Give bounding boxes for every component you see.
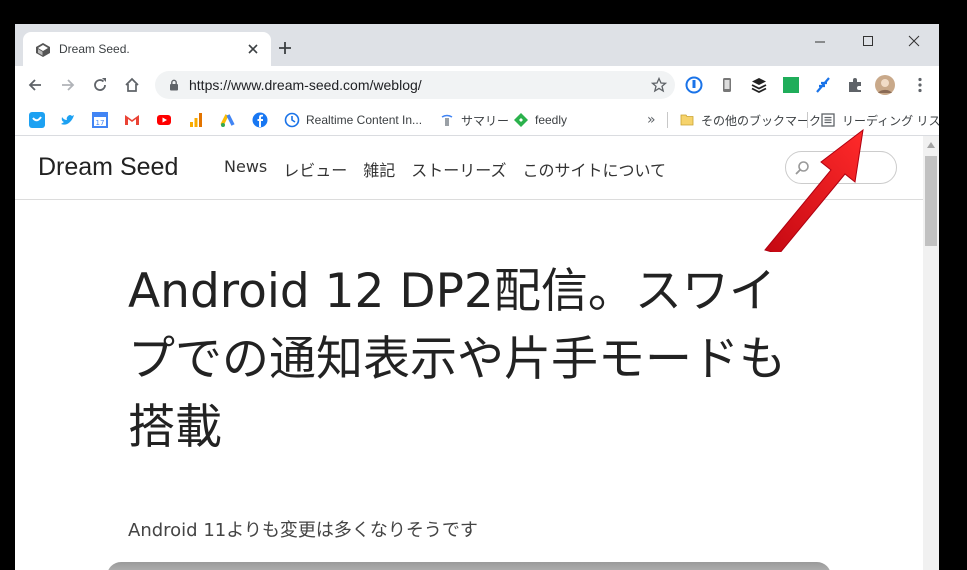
analytics-icon [190, 113, 202, 127]
nav-item-about[interactable]: このサイトについて [522, 157, 666, 181]
minimize-icon [815, 41, 825, 43]
scroll-thumb[interactable] [925, 156, 937, 246]
site-favicon-icon [36, 43, 50, 57]
feedly-icon [514, 113, 528, 127]
chrome-menu-icon[interactable] [911, 76, 929, 94]
bookmark-youtube[interactable] [156, 110, 172, 130]
bookmark-star-icon[interactable] [651, 77, 667, 93]
bookmark-summary[interactable]: サマリー [439, 110, 509, 130]
bookmark-label: サマリー [461, 113, 510, 128]
scroll-up-arrow-icon[interactable] [927, 142, 935, 148]
facebook-icon [252, 112, 268, 128]
nav-item-stories[interactable]: ストーリーズ [411, 157, 506, 181]
nav-item-news[interactable]: News [224, 157, 267, 181]
youtube-icon [157, 115, 171, 125]
article-subtitle: Android 11よりも変更は多くなりそうです [128, 520, 478, 541]
site-nav: News レビュー 雑記 ストーリーズ このサイトについて [224, 157, 666, 181]
active-tab[interactable]: Dream Seed. [23, 32, 271, 66]
extension-mobile-icon[interactable] [718, 76, 736, 94]
tweetdeck-icon [29, 112, 45, 128]
close-window-button[interactable] [891, 30, 937, 52]
browser-window: Dream Seed. https://www.dream-seed.com/w… [15, 24, 939, 570]
calendar-icon: 17 [92, 112, 108, 128]
extensions-puzzle-icon[interactable] [846, 76, 864, 94]
extension-buffer-icon[interactable] [750, 76, 768, 94]
hero-image [107, 562, 831, 570]
bookmark-label: feedly [535, 113, 568, 127]
article-title: Android 12 DP2配信。スワイプでの通知表示や片手モードも搭載 [128, 264, 786, 455]
nav-item-misc[interactable]: 雑記 [363, 157, 395, 181]
forward-icon[interactable] [59, 76, 77, 94]
annotation-arrow-icon [764, 128, 864, 252]
new-tab-icon[interactable] [277, 40, 293, 56]
tab-title: Dream Seed. [59, 42, 130, 56]
bookmark-google-calendar[interactable]: 17 [92, 110, 108, 130]
bookmark-gmail[interactable] [124, 110, 140, 130]
home-icon[interactable] [123, 76, 141, 94]
bookmark-tweetdeck[interactable] [29, 110, 45, 130]
close-tab-icon[interactable] [245, 41, 261, 57]
close-window-icon [908, 35, 920, 47]
maximize-icon [863, 36, 873, 46]
bookmarks-divider [667, 112, 668, 128]
extension-green-square-icon[interactable] [782, 76, 800, 94]
twitter-icon [61, 115, 74, 125]
bookmark-facebook[interactable] [252, 110, 268, 130]
extension-onepassword-icon[interactable] [685, 76, 703, 94]
browser-toolbar: https://www.dream-seed.com/weblog/ [15, 66, 939, 104]
lock-icon[interactable] [169, 79, 179, 91]
minimize-button[interactable] [797, 30, 843, 52]
bookmark-label: Realtime Content In... [306, 113, 423, 127]
site-logo[interactable]: Dream Seed [38, 153, 178, 182]
google-ads-icon [220, 114, 235, 127]
bookmark-analytics[interactable] [188, 110, 204, 130]
profile-avatar-icon[interactable] [875, 75, 895, 95]
bookmarks-overflow-chevron-icon[interactable]: » [647, 110, 656, 130]
back-icon[interactable] [26, 76, 44, 94]
clock-icon [284, 112, 300, 128]
folder-icon [680, 114, 694, 126]
gmail-icon [125, 115, 139, 125]
tab-strip: Dream Seed. [15, 24, 939, 66]
bookmark-twitter[interactable] [60, 110, 76, 130]
reload-icon[interactable] [91, 76, 109, 94]
svg-text:17: 17 [96, 119, 105, 127]
address-bar[interactable]: https://www.dream-seed.com/weblog/ [155, 71, 675, 99]
page-scrollbar[interactable] [923, 136, 939, 570]
summary-icon [441, 114, 453, 126]
nav-item-reviews[interactable]: レビュー [283, 157, 347, 181]
bookmark-google-ads[interactable] [220, 110, 236, 130]
bookmark-realtime-content[interactable]: Realtime Content In... [284, 110, 422, 130]
url-text[interactable]: https://www.dream-seed.com/weblog/ [189, 77, 422, 93]
bookmark-feedly[interactable]: feedly [513, 110, 567, 130]
extension-feather-icon[interactable] [814, 76, 832, 94]
maximize-button[interactable] [845, 30, 891, 52]
